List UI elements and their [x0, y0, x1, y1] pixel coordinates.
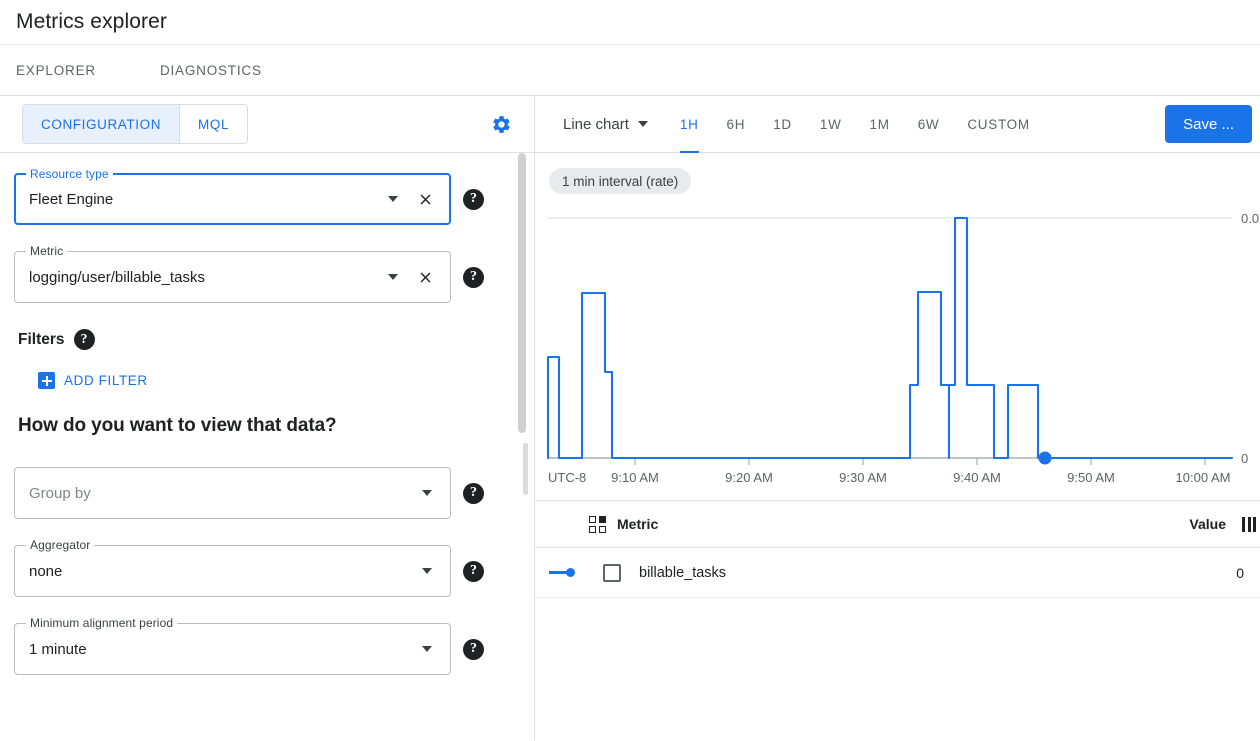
resource-type-help-icon[interactable]: ?: [463, 188, 484, 210]
configuration-panel: CONFIGURATION MQL Resource type Fleet En…: [0, 96, 535, 740]
top-tab-bar: EXPLORER DIAGNOSTICS: [0, 44, 1260, 96]
filters-help-icon[interactable]: ?: [73, 329, 95, 350]
add-filter-label: ADD FILTER: [64, 373, 148, 388]
group-by-help-icon[interactable]: ?: [463, 482, 484, 504]
chart-end-marker: [1038, 451, 1052, 465]
metric-label: Metric: [26, 244, 68, 258]
min-alignment-period-field[interactable]: Minimum alignment period 1 minute: [14, 616, 451, 675]
group-by-row: Group by ?: [14, 467, 484, 519]
xtick-930: 9:30 AM: [839, 470, 887, 485]
resource-type-close-icon[interactable]: [412, 186, 438, 212]
chart-toolbar: Line chart 1H 6H 1D 1W 1M 6W CUSTOM Save…: [535, 96, 1260, 153]
column-header-metric: Metric: [617, 516, 659, 532]
filters-title: Filters: [18, 330, 65, 348]
tab-diagnostics[interactable]: DIAGNOSTICS: [146, 45, 276, 95]
metric-help-icon[interactable]: ?: [463, 266, 484, 288]
series-color-swatch: [549, 568, 583, 577]
plus-square-icon: [38, 372, 55, 389]
xtick-utc8: UTC-8: [548, 470, 586, 485]
row-metric-value: 0: [1236, 564, 1244, 581]
view-data-question: How do you want to view that data?: [18, 415, 337, 436]
resource-type-label: Resource type: [26, 167, 113, 181]
page-title: Metrics explorer: [16, 10, 167, 33]
gear-icon[interactable]: [484, 107, 518, 141]
tab-explorer[interactable]: EXPLORER: [16, 45, 110, 95]
tab-configuration[interactable]: CONFIGURATION: [23, 105, 180, 143]
table-row[interactable]: billable_tasks 0: [535, 548, 1260, 598]
xtick-1000: 10:00 AM: [1176, 470, 1231, 485]
ytick-top: 0.0: [1241, 211, 1259, 226]
chart-series-billable-tasks: [546, 216, 1234, 460]
xtick-910: 9:10 AM: [611, 470, 659, 485]
resource-type-row: Resource type Fleet Engine ?: [14, 167, 484, 225]
metric-value: logging/user/billable_tasks: [29, 268, 205, 286]
chart-area: UTC-8 9:10 AM 9:20 AM 9:30 AM 9:40 AM 9:…: [535, 200, 1260, 500]
config-scrollbar-thumb[interactable]: [518, 153, 526, 433]
aggregator-help-icon[interactable]: ?: [463, 560, 484, 582]
row-metric-name: billable_tasks: [639, 564, 727, 581]
min-alignment-period-row: Minimum alignment period 1 minute ?: [14, 616, 484, 675]
range-6w[interactable]: 6W: [904, 96, 954, 153]
aggregator-row: Aggregator none ?: [14, 538, 484, 597]
metric-close-icon[interactable]: [412, 264, 438, 290]
save-button[interactable]: Save ...: [1165, 105, 1252, 143]
range-1m[interactable]: 1M: [856, 96, 904, 153]
tab-mql[interactable]: MQL: [179, 105, 248, 143]
ytick-bottom: 0: [1241, 451, 1248, 466]
line-chart-svg: UTC-8 9:10 AM 9:20 AM 9:30 AM 9:40 AM 9:…: [546, 211, 1259, 485]
chart-type-selector[interactable]: Line chart: [563, 116, 648, 133]
legend-table-header: Metric Value: [535, 501, 1260, 548]
aggregator-label: Aggregator: [26, 538, 95, 552]
main-content: CONFIGURATION MQL Resource type Fleet En…: [0, 96, 1260, 740]
chart-type-label: Line chart: [563, 115, 629, 133]
min-alignment-period-chevron-down-icon[interactable]: [422, 646, 432, 652]
row-checkbox[interactable]: [603, 563, 621, 582]
xtick-950: 9:50 AM: [1067, 470, 1115, 485]
config-scroll-area: Resource type Fleet Engine ? Metric logg…: [0, 153, 534, 740]
metric-row: Metric logging/user/billable_tasks ?: [14, 244, 484, 303]
page-header: Metrics explorer: [0, 0, 1260, 44]
min-alignment-period-value: 1 minute: [29, 640, 87, 658]
config-scrollbar-thumb-secondary[interactable]: [523, 443, 528, 495]
grid-select-icon[interactable]: [589, 515, 606, 533]
range-1d[interactable]: 1D: [759, 96, 806, 153]
group-by-chevron-down-icon[interactable]: [422, 490, 432, 496]
xtick-920: 9:20 AM: [725, 470, 773, 485]
range-6h[interactable]: 6H: [713, 96, 760, 153]
column-header-value: Value: [1189, 516, 1226, 532]
metrics-legend-table: Metric Value billable_tasks 0: [535, 500, 1260, 598]
xtick-940: 9:40 AM: [953, 470, 1001, 485]
aggregator-chevron-down-icon[interactable]: [422, 568, 432, 574]
config-mode-segmented-control: CONFIGURATION MQL: [22, 104, 249, 144]
resource-type-field[interactable]: Resource type Fleet Engine: [14, 167, 451, 225]
chart-type-chevron-down-icon: [637, 121, 648, 127]
resource-type-chevron-down-icon[interactable]: [388, 196, 398, 202]
resource-type-value: Fleet Engine: [29, 190, 114, 208]
range-1h[interactable]: 1H: [666, 96, 713, 153]
config-panel-header: CONFIGURATION MQL: [0, 96, 534, 153]
range-1w[interactable]: 1W: [806, 96, 856, 153]
interval-chip-row: 1 min interval (rate): [535, 153, 1260, 194]
group-by-placeholder: Group by: [29, 484, 91, 502]
add-filter-button[interactable]: ADD FILTER: [38, 372, 148, 389]
interval-chip: 1 min interval (rate): [549, 168, 692, 194]
column-settings-icon[interactable]: [1242, 516, 1258, 532]
min-alignment-period-label: Minimum alignment period: [26, 616, 178, 630]
group-by-field[interactable]: Group by: [14, 467, 451, 519]
chart-panel: Line chart 1H 6H 1D 1W 1M 6W CUSTOM Save…: [535, 96, 1260, 740]
metric-chevron-down-icon[interactable]: [388, 274, 398, 280]
min-alignment-period-help-icon[interactable]: ?: [463, 638, 484, 660]
range-custom[interactable]: CUSTOM: [953, 96, 1043, 153]
aggregator-field[interactable]: Aggregator none: [14, 538, 451, 597]
aggregator-value: none: [29, 562, 63, 580]
metric-field[interactable]: Metric logging/user/billable_tasks: [14, 244, 451, 303]
filters-header: Filters ?: [18, 329, 484, 350]
